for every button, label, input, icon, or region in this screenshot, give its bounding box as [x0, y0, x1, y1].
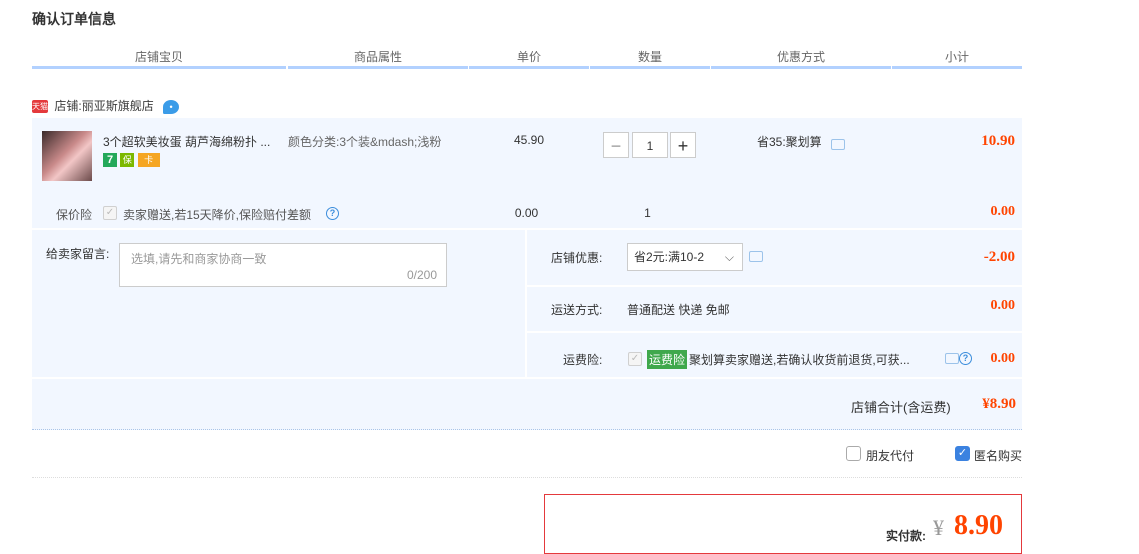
col-header-discount: 优惠方式	[776, 50, 825, 64]
comment-icon[interactable]	[749, 251, 763, 262]
anonymous-label[interactable]: 匿名购买	[974, 447, 1022, 464]
qty-plus-button[interactable]: +	[670, 132, 696, 158]
product-badges: 7 保 卡	[103, 152, 160, 167]
shop-row: 天猫 店铺:丽亚斯旗舰店 •	[32, 97, 180, 114]
header-line	[711, 66, 891, 69]
insurance-checkbox[interactable]: ✓	[103, 206, 117, 220]
comment-icon[interactable]	[831, 139, 845, 150]
divider	[32, 477, 1022, 479]
guarantee-icon: 保	[120, 153, 135, 167]
product-attribute: 颜色分类:3个装&mdash;浅粉	[288, 135, 442, 149]
divider	[32, 228, 1022, 230]
message-label: 给卖家留言:	[46, 247, 110, 261]
shop-discount-label: 店铺优惠:	[551, 251, 603, 265]
freight-insurance-label: 运费险:	[563, 353, 603, 367]
anonymous-checkbox[interactable]: ✓	[955, 446, 970, 461]
col-header-attr: 商品属性	[353, 50, 402, 64]
shop-label: 店铺:	[54, 99, 82, 113]
item-discount: 省35:聚划算	[757, 135, 822, 149]
payment-box: 实付款: ¥ 8.90	[544, 494, 1022, 554]
message-placeholder: 选填,请先和商家协商一致	[131, 252, 267, 266]
friend-pay-label[interactable]: 朋友代付	[866, 447, 914, 464]
help-icon[interactable]: ?	[326, 207, 339, 220]
tmall-badge-icon: 天猫	[32, 100, 48, 114]
shop-total-amount: ¥8.90	[982, 396, 1016, 412]
quantity-input[interactable]: 1	[632, 132, 668, 158]
insurance-subtotal: 0.00	[990, 204, 1016, 219]
divider	[32, 429, 1022, 431]
header-line	[32, 66, 286, 69]
col-header-price: 单价	[516, 50, 541, 64]
page-title: 确认订单信息	[32, 11, 116, 27]
currency-symbol: ¥	[933, 515, 944, 540]
divider	[525, 230, 527, 377]
item-subtotal: 10.90	[981, 133, 1015, 149]
product-thumbnail[interactable]	[42, 131, 92, 181]
shop-discount-select[interactable]: 省2元:满10-2 ⌵	[627, 243, 743, 271]
insurance-quantity: 1	[644, 206, 651, 220]
insurance-text: 卖家赠送,若15天降价,保险赔付差额	[123, 208, 312, 222]
freight-insurance-amount: 0.00	[990, 351, 1016, 366]
message-counter: 0/200	[406, 268, 437, 282]
col-header-subtotal: 小计	[944, 50, 969, 64]
shop-discount-amount: -2.00	[983, 249, 1015, 265]
header-line	[288, 66, 468, 69]
header-line	[892, 66, 1022, 69]
divider	[32, 377, 1022, 379]
delivery-value: 普通配送 快递 免邮	[627, 303, 730, 317]
product-name[interactable]: 3个超软美妆蛋 葫芦海绵粉扑 ...	[103, 133, 278, 150]
payment-label: 实付款:	[886, 529, 926, 543]
payment-amount: 8.90	[954, 510, 1003, 541]
header-line	[469, 66, 589, 69]
divider	[527, 285, 1022, 287]
col-header-item: 店铺宝贝	[134, 50, 183, 64]
message-textarea[interactable]: 选填,请先和商家协商一致 0/200	[119, 243, 447, 287]
insurance-price: 0.00	[514, 206, 539, 220]
header-line	[590, 66, 710, 69]
delivery-amount: 0.00	[990, 298, 1016, 313]
shop-discount-selected: 省2元:满10-2	[634, 250, 705, 264]
divider	[527, 331, 1022, 333]
item-price: 45.90	[513, 133, 545, 147]
col-header-qty: 数量	[637, 50, 662, 64]
credit-card-icon: 卡	[137, 153, 160, 167]
friend-pay-checkbox[interactable]	[846, 446, 861, 461]
seven-day-return-icon: 7	[103, 153, 117, 167]
delivery-label: 运送方式:	[551, 303, 603, 317]
chat-bubble-icon[interactable]: •	[163, 99, 180, 114]
qty-minus-button[interactable]: −	[603, 132, 629, 158]
insurance-label: 保价险	[56, 208, 93, 222]
freight-insurance-tag: 运费险	[647, 350, 688, 369]
freight-insurance-checkbox[interactable]: ✓	[628, 352, 642, 366]
shop-total-label: 店铺合计(含运费)	[851, 400, 951, 415]
shop-name[interactable]: 丽亚斯旗舰店	[82, 99, 154, 113]
chevron-down-icon: ⌵	[724, 250, 734, 264]
